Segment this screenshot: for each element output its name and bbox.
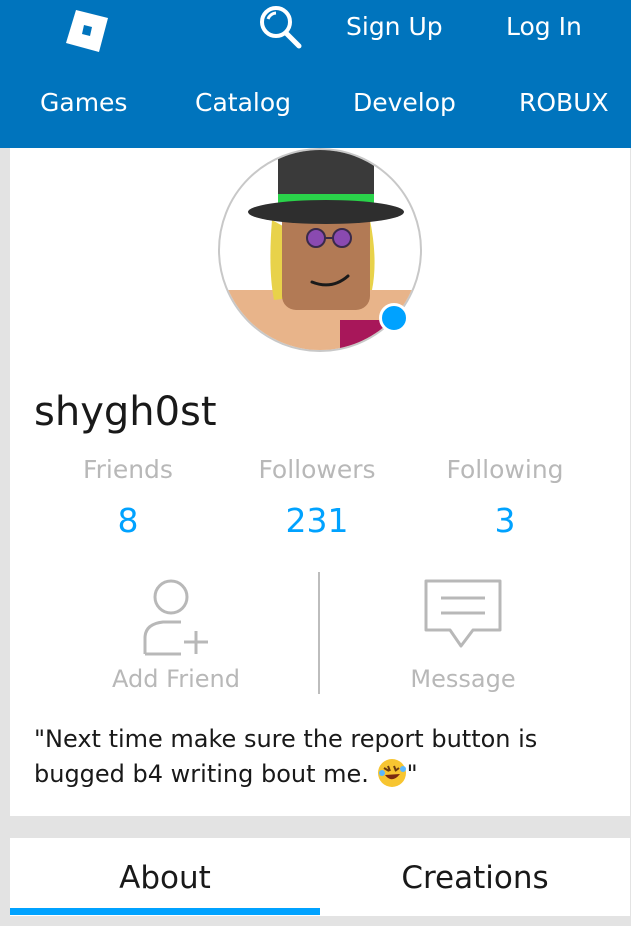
profile-bio: "Next time make sure the report button i… [34, 722, 594, 792]
tab-creations[interactable]: Creations [320, 838, 630, 916]
message-button[interactable]: Message [333, 572, 593, 696]
following-count[interactable]: 3 [415, 503, 595, 539]
active-tab-indicator [10, 908, 320, 915]
bio-text: "Next time make sure the report button i… [34, 725, 538, 788]
nav-games[interactable]: Games [40, 88, 127, 118]
profile-tabs: About Creations [10, 838, 630, 916]
nav-develop[interactable]: Develop [353, 88, 456, 118]
search-icon[interactable] [256, 4, 304, 50]
bio-closing-quote: " [406, 760, 418, 788]
avatar[interactable] [218, 148, 422, 352]
roblox-logo[interactable] [66, 10, 108, 52]
message-label: Message [410, 665, 516, 693]
tab-about[interactable]: About [10, 838, 320, 916]
username: shygh0st [34, 389, 217, 435]
nav-catalog[interactable]: Catalog [195, 88, 291, 118]
friends-count[interactable]: 8 [38, 503, 218, 539]
add-friend-icon [143, 579, 208, 656]
log-in-link[interactable]: Log In [506, 12, 582, 42]
action-divider [318, 572, 320, 694]
add-friend-button[interactable]: Add Friend [46, 572, 306, 696]
top-nav-bar: Sign Up Log In Games Catalog Develop ROB… [0, 0, 631, 148]
add-friend-label: Add Friend [112, 665, 240, 693]
followers-label: Followers [258, 455, 376, 484]
sign-up-link[interactable]: Sign Up [346, 12, 443, 42]
following-label: Following [446, 455, 564, 484]
rofl-emoji [377, 759, 406, 787]
nav-robux[interactable]: ROBUX [519, 88, 609, 118]
friends-label: Friends [83, 455, 173, 484]
online-status-indicator [379, 303, 409, 333]
message-icon [424, 579, 502, 648]
followers-count[interactable]: 231 [227, 503, 407, 539]
